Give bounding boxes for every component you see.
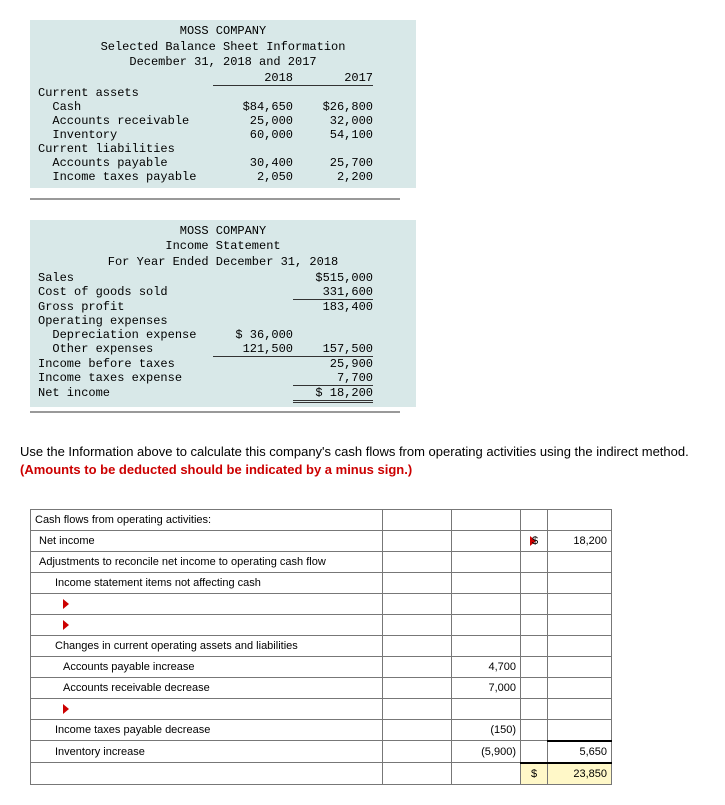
cash-2018: $84,650 [213,100,293,114]
net-income-select[interactable]: Net income [31,530,383,551]
table-row: Accounts receivable decrease 7,000 [31,677,612,698]
is-company: MOSS COMPANY [38,224,408,240]
adjustments-header: Adjustments to reconcile net income to o… [31,551,383,572]
sales-label: Sales [38,271,213,285]
inv-2017: 54,100 [293,128,373,142]
table-row: Changes in current operating assets and … [31,635,612,656]
instruction-warning: (Amounts to be deducted should be indica… [20,462,412,477]
current-liab-header: Current liabilities [38,142,213,156]
ap-increase-select[interactable]: Accounts payable increase [31,656,383,677]
cogs-value: 331,600 [293,285,373,300]
net-income-input[interactable]: 18,200 [548,530,612,551]
divider [30,411,400,413]
ibt-value: 25,900 [293,357,373,371]
instruction-text: Use the Information above to calculate t… [20,444,689,459]
itp-decrease-select[interactable]: Income taxes payable decrease [31,719,383,741]
blank-select[interactable] [31,698,383,719]
is-period: For Year Ended December 31, 2018 [38,255,408,271]
itp-2017: 2,200 [293,170,373,184]
divider [30,198,400,200]
itp-2018: 2,050 [213,170,293,184]
table-row: Income taxes payable decrease (150) [31,719,612,741]
ar-2017: 32,000 [293,114,373,128]
inv-increase-input[interactable]: (5,900) [452,741,521,763]
cf-header: Cash flows from operating activities: [31,509,383,530]
inv-increase-select[interactable]: Inventory increase [31,741,383,763]
ar-label: Accounts receivable [38,114,213,128]
ar-decrease-input[interactable]: 7,000 [452,677,521,698]
cashflow-table: Cash flows from operating activities: Ne… [30,509,612,785]
ni-value: $ 18,200 [293,386,373,403]
table-row: Income statement items not affecting cas… [31,572,612,593]
year-2018: 2018 [213,71,293,86]
table-row: Inventory increase (5,900) 5,650 [31,741,612,763]
ap-2018: 30,400 [213,156,293,170]
ibt-label: Income before taxes [38,357,213,371]
other-label: Other expenses [38,342,213,357]
bs-title: Selected Balance Sheet Information [38,40,408,56]
table-row [31,614,612,635]
sales-value: $515,000 [293,271,373,285]
ar-decrease-select[interactable]: Accounts receivable decrease [31,677,383,698]
table-row: Cash flows from operating activities: [31,509,612,530]
table-row: Net income $ 18,200 [31,530,612,551]
opex-header: Operating expenses [38,314,213,328]
itp-decrease-input[interactable]: (150) [452,719,521,741]
table-row [31,698,612,719]
total-symbol: $ [521,763,548,785]
triangle-icon [63,620,69,630]
triangle-icon [63,704,69,714]
other-value: 121,500 [213,342,293,357]
itp-label: Income taxes payable [38,170,213,184]
cash-2017: $26,800 [293,100,373,114]
non-cash-items-header: Income statement items not affecting cas… [31,572,383,593]
dep-label: Depreciation expense [38,328,213,342]
ni-label: Net income [38,386,213,403]
ap-label: Accounts payable [38,156,213,170]
blank-select[interactable] [31,614,383,635]
bs-company: MOSS COMPANY [38,24,408,40]
currency-symbol: $ [521,530,548,551]
gp-value: 183,400 [293,300,373,314]
triangle-icon [63,599,69,609]
ap-increase-input[interactable]: 4,700 [452,656,521,677]
blank-select[interactable] [31,593,383,614]
cogs-label: Cost of goods sold [38,285,213,300]
bs-period: December 31, 2018 and 2017 [38,55,408,71]
dep-value: $ 36,000 [213,328,293,342]
total-value: 23,850 [548,763,612,785]
table-row: $ 23,850 [31,763,612,785]
instructions: Use the Information above to calculate t… [20,443,705,479]
is-title: Income Statement [38,239,408,255]
ar-2018: 25,000 [213,114,293,128]
subtotal-value: 5,650 [548,741,612,763]
table-row [31,593,612,614]
inv-label: Inventory [38,128,213,142]
opex-total: 157,500 [293,342,373,357]
changes-header: Changes in current operating assets and … [31,635,383,656]
gp-label: Gross profit [38,300,213,314]
current-assets-header: Current assets [38,86,213,100]
ite-label: Income taxes expense [38,371,213,386]
table-row: Adjustments to reconcile net income to o… [31,551,612,572]
cash-label: Cash [38,100,213,114]
income-statement-panel: MOSS COMPANY Income Statement For Year E… [30,220,416,407]
table-row: Accounts payable increase 4,700 [31,656,612,677]
year-2017: 2017 [293,71,373,86]
ap-2017: 25,700 [293,156,373,170]
balance-sheet-panel: MOSS COMPANY Selected Balance Sheet Info… [30,20,416,188]
ite-value: 7,700 [293,371,373,386]
inv-2018: 60,000 [213,128,293,142]
